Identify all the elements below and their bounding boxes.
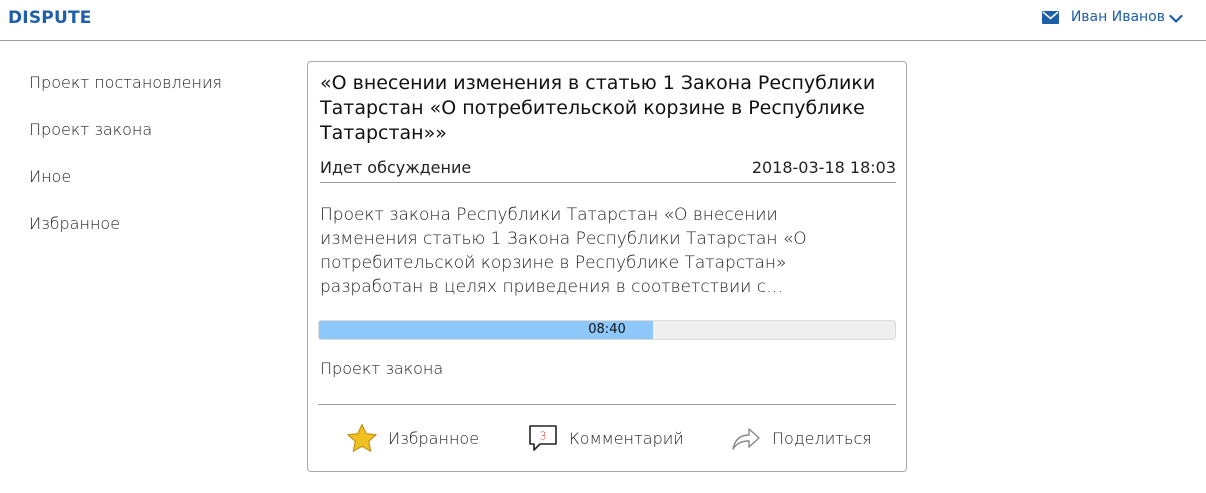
category-label: Проект закона — [320, 359, 444, 378]
time-progress-bar: 08:40 — [318, 320, 896, 340]
timestamp: 2018-03-18 18:03 — [751, 158, 896, 177]
card-meta: Идет обсуждение 2018-03-18 18:03 — [320, 157, 896, 183]
comment-count: 3 — [540, 430, 547, 443]
top-bar: DISPUTE Иван Иванов — [0, 0, 1206, 41]
status-text: Идет обсуждение — [320, 158, 472, 177]
sidebar: Проект постановления Проект закона Иное … — [29, 72, 269, 260]
share-button[interactable]: Поделиться — [730, 418, 872, 458]
sidebar-item-other[interactable]: Иное — [29, 166, 269, 213]
user-name[interactable]: Иван Иванов — [1071, 9, 1165, 25]
brand-logo[interactable]: DISPUTE — [8, 8, 92, 28]
card-description: Проект закона Республики Татарстан «О вн… — [320, 205, 807, 297]
sidebar-item-resolution-draft[interactable]: Проект постановления — [29, 72, 269, 119]
star-icon — [347, 424, 377, 452]
chevron-down-icon[interactable] — [1169, 12, 1183, 23]
discussion-card: «О внесении изменения в статью 1 Закона … — [307, 61, 907, 472]
favorite-label: Избранное — [388, 428, 480, 448]
share-icon — [732, 428, 760, 450]
favorite-button[interactable]: Избранное — [346, 418, 479, 458]
progress-label: 08:40 — [588, 322, 626, 337]
card-title[interactable]: «О внесении изменения в статью 1 Закона … — [320, 71, 900, 146]
comments-button[interactable]: 3 Комментарий — [527, 418, 684, 458]
divider — [318, 404, 896, 405]
card-actions: Избранное 3 Комментарий Поделиться — [318, 418, 896, 458]
user-menu[interactable]: Иван Иванов — [1041, 9, 1183, 25]
share-label: Поделиться — [772, 428, 872, 448]
comment-icon: 3 — [529, 425, 557, 451]
mail-icon[interactable] — [1041, 10, 1059, 24]
sidebar-item-favorites[interactable]: Избранное — [29, 213, 269, 260]
sidebar-item-law-draft[interactable]: Проект закона — [29, 119, 269, 166]
comments-label: Комментарий — [569, 428, 684, 448]
